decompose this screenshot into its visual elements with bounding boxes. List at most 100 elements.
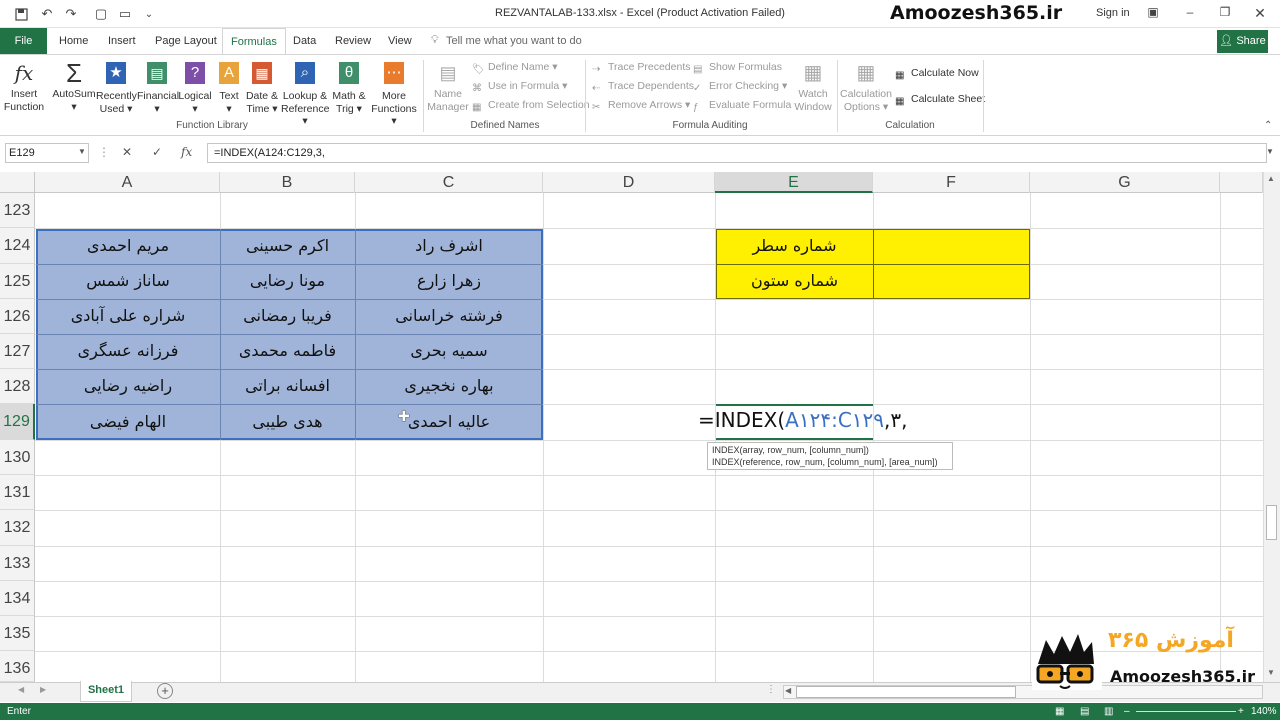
zoom-in-icon[interactable]: + <box>1238 703 1244 720</box>
math-trig-button[interactable]: θ Math & Trig ▾ <box>330 60 368 115</box>
maximize-icon[interactable]: ❐ <box>1215 5 1235 23</box>
sheet-tab-sheet1[interactable]: Sheet1 <box>80 681 132 702</box>
row-header-124[interactable]: 124 <box>0 228 35 264</box>
name-manager-button[interactable]: ▤ Name Manager <box>426 60 470 113</box>
column-header-h[interactable] <box>1220 172 1263 193</box>
tab-home[interactable]: Home <box>55 28 92 54</box>
zoom-out-icon[interactable]: – <box>1124 703 1130 720</box>
cell-b129[interactable]: هدی طیبی <box>220 405 355 440</box>
row-header-129[interactable]: 129 <box>0 404 35 440</box>
cell-b125[interactable]: مونا رضایی <box>220 264 355 299</box>
cell-c127[interactable]: سمیه بحری <box>355 334 543 369</box>
text-button[interactable]: A Text ▾ <box>215 60 243 115</box>
logical-button[interactable]: ? Logical ▾ <box>177 60 213 115</box>
column-header-f[interactable]: F <box>873 172 1030 193</box>
cell-a129[interactable]: الهام فیضی <box>36 405 220 440</box>
calculate-now-button[interactable]: ▦ Calculate Now <box>895 67 979 82</box>
zoom-level[interactable]: 140% <box>1251 703 1277 720</box>
cell-b127[interactable]: فاطمه محمدی <box>220 334 355 369</box>
cell-c129[interactable]: عالیه احمدی <box>355 405 543 440</box>
cell-a128[interactable]: راضیه رضایی <box>36 369 220 404</box>
cell-a127[interactable]: فرزانه عسگری <box>36 334 220 369</box>
insert-function-button[interactable]: fx Insert Function <box>3 60 45 113</box>
define-name-button[interactable]: 🏷︎ Define Name ▾ <box>472 61 557 76</box>
cell-c126[interactable]: فرشته خراسانی <box>355 299 543 334</box>
row-header-127[interactable]: 127 <box>0 334 35 369</box>
cell-e125-column-number-label[interactable]: شماره ستون <box>716 264 873 299</box>
tab-view[interactable]: View <box>384 28 416 54</box>
calculation-options-button[interactable]: ▦ Calculation Options ▾ <box>840 60 892 113</box>
tab-insert[interactable]: Insert <box>104 28 140 54</box>
close-icon[interactable]: ✕ <box>1250 5 1270 23</box>
cell-e124-row-number-label[interactable]: شماره سطر <box>716 229 873 264</box>
column-header-e[interactable]: E <box>715 172 873 193</box>
tab-review[interactable]: Review <box>331 28 375 54</box>
collapse-ribbon-icon[interactable]: ⌃ <box>1264 120 1272 131</box>
column-header-d[interactable]: D <box>543 172 715 193</box>
normal-view-icon[interactable]: ▦ <box>1055 703 1064 720</box>
cell-a124[interactable]: مریم احمدی <box>36 229 220 264</box>
minimize-icon[interactable]: – <box>1180 5 1200 23</box>
column-header-c[interactable]: C <box>355 172 543 193</box>
cell-b124[interactable]: اکرم حسینی <box>220 229 355 264</box>
tab-data[interactable]: Data <box>289 28 320 54</box>
cell-f124[interactable] <box>873 229 1030 264</box>
evaluate-formula-button[interactable]: ƒ Evaluate Formula <box>693 99 791 114</box>
tab-page-layout[interactable]: Page Layout <box>151 28 221 54</box>
scroll-left-icon[interactable]: ◀ <box>785 686 791 695</box>
vertical-scrollbar[interactable] <box>1263 172 1280 682</box>
show-formulas-button[interactable]: ▤ Show Formulas <box>693 61 782 76</box>
row-header-136[interactable]: 136 <box>0 651 35 682</box>
tooltip-array-form[interactable]: INDEX(array, row_num, [column_num]) <box>712 444 948 456</box>
name-box[interactable]: E129 <box>5 143 89 163</box>
name-box-dropdown-icon[interactable]: ▼ <box>78 147 86 156</box>
tab-formulas[interactable]: Formulas <box>222 28 286 55</box>
add-sheet-icon[interactable]: + <box>157 683 173 699</box>
scroll-up-icon[interactable]: ▲ <box>1267 174 1275 183</box>
column-header-b[interactable]: B <box>220 172 355 193</box>
row-header-132[interactable]: 132 <box>0 510 35 546</box>
row-header-135[interactable]: 135 <box>0 616 35 651</box>
row-header-123[interactable]: 123 <box>0 193 35 228</box>
row-header-131[interactable]: 131 <box>0 475 35 510</box>
cell-f125[interactable] <box>873 264 1030 299</box>
select-all-button[interactable] <box>0 172 35 193</box>
more-functions-button[interactable]: ⋯ More Functions ▾ <box>369 60 419 128</box>
row-header-128[interactable]: 128 <box>0 369 35 404</box>
remove-arrows-button[interactable]: ✂ Remove Arrows ▾ <box>592 99 690 114</box>
cancel-icon[interactable]: ✕ <box>122 145 132 159</box>
row-header-134[interactable]: 134 <box>0 581 35 616</box>
formula-input[interactable]: =INDEX(A124:C129,3, <box>207 143 1267 163</box>
row-header-130[interactable]: 130 <box>0 440 35 475</box>
page-layout-view-icon[interactable]: ▤ <box>1080 703 1089 720</box>
zoom-slider[interactable] <box>1136 711 1236 712</box>
financial-button[interactable]: ▤ Financial ▾ <box>137 60 179 115</box>
calculate-sheet-button[interactable]: ▦ Calculate Sheet <box>895 93 985 108</box>
use-in-formula-button[interactable]: ⌘ Use in Formula ▾ <box>472 80 567 95</box>
row-header-126[interactable]: 126 <box>0 299 35 334</box>
insert-function-fx-icon[interactable]: fx <box>181 145 192 159</box>
autosum-button[interactable]: Σ AutoSum ▾ <box>52 60 96 113</box>
sign-in-link[interactable]: Sign in <box>1096 7 1130 19</box>
expand-formula-bar-icon[interactable]: ▼ <box>1266 147 1274 156</box>
trace-precedents-button[interactable]: ⇢ Trace Precedents <box>592 61 690 76</box>
horizontal-scroll-thumb[interactable] <box>796 686 1016 698</box>
ribbon-display-icon[interactable]: ▣ <box>1143 5 1163 23</box>
page-break-view-icon[interactable]: ▥ <box>1104 703 1113 720</box>
cell-a125[interactable]: ساناز شمس <box>36 264 220 299</box>
tab-file[interactable]: File <box>0 28 47 54</box>
cell-c128[interactable]: بهاره نخجیری <box>355 369 543 404</box>
cell-a126[interactable]: شراره علی آبادی <box>36 299 220 334</box>
cell-b126[interactable]: فریبا رمضانی <box>220 299 355 334</box>
tell-me-input[interactable]: Tell me what you want to do <box>446 35 582 47</box>
cell-c124[interactable]: اشرف راد <box>355 229 543 264</box>
cell-e129-editor[interactable]: =INDEX(A۱۲۴:C۱۲۹,۳, <box>698 408 907 432</box>
trace-dependents-button[interactable]: ⇠ Trace Dependents <box>592 80 694 95</box>
row-header-125[interactable]: 125 <box>0 264 35 299</box>
lookup-reference-button[interactable]: ⌕ Lookup & Reference ▾ <box>281 60 329 128</box>
cell-b128[interactable]: افسانه براتی <box>220 369 355 404</box>
column-header-g[interactable]: G <box>1030 172 1220 193</box>
error-checking-button[interactable]: ✓ Error Checking ▾ <box>693 80 787 95</box>
row-header-133[interactable]: 133 <box>0 546 35 581</box>
watch-window-button[interactable]: ▦ Watch Window <box>792 60 834 113</box>
